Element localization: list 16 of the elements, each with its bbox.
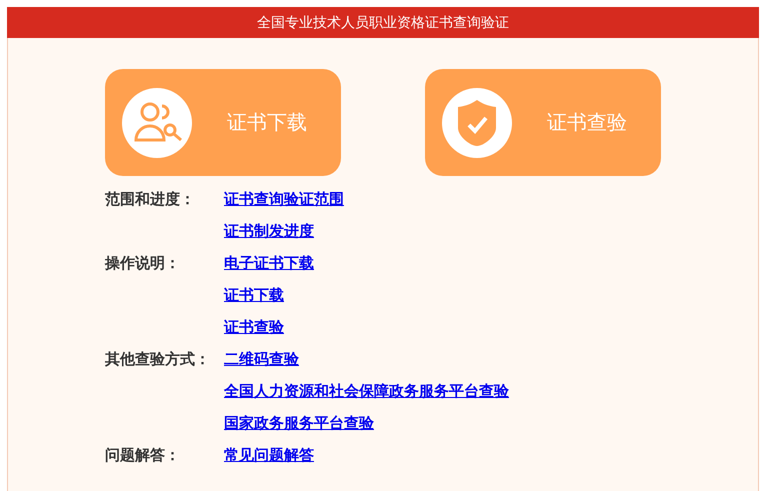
section-label: 问题解答： bbox=[105, 446, 180, 466]
user-search-icon bbox=[122, 88, 192, 158]
link[interactable]: 常见问题解答 bbox=[224, 444, 314, 468]
shield-check-icon bbox=[442, 88, 512, 158]
section-label: 其他查验方式： bbox=[105, 350, 210, 370]
link[interactable]: 全国人力资源和社会保障政务服务平台查验 bbox=[224, 380, 509, 404]
link[interactable]: 证书下载 bbox=[224, 284, 284, 308]
link[interactable]: 证书查询验证范围 bbox=[224, 188, 344, 212]
link[interactable]: 证书查验 bbox=[224, 316, 284, 340]
section-label: 操作说明： bbox=[105, 254, 180, 274]
page-header: 全国专业技术人员职业资格证书查询验证 bbox=[7, 7, 759, 38]
link[interactable]: 证书制发进度 bbox=[224, 220, 314, 244]
link[interactable]: 二维码查验 bbox=[224, 348, 299, 372]
section-label: 范围和进度： bbox=[105, 190, 195, 210]
link[interactable]: 电子证书下载 bbox=[224, 252, 314, 276]
link[interactable]: 国家政务服务平台查验 bbox=[224, 412, 374, 436]
